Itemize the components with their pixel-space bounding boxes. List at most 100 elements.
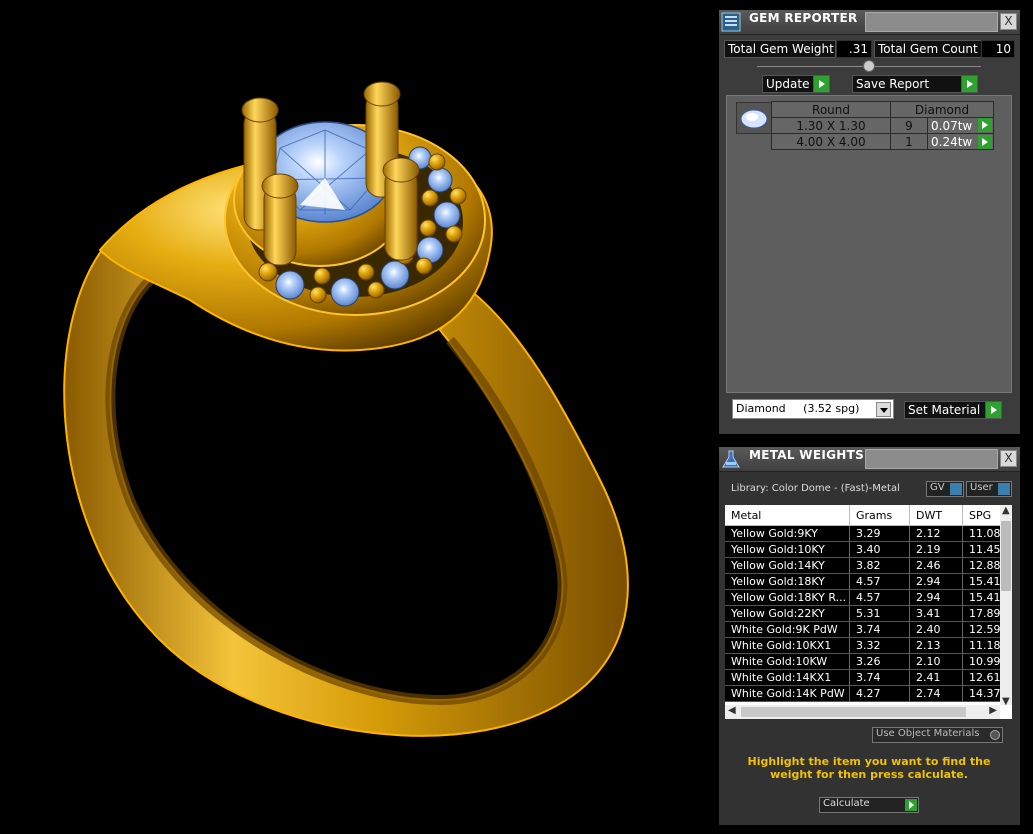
- total-gem-weight-label: Total Gem Weight: [724, 40, 836, 58]
- horizontal-scrollbar[interactable]: ◀ ▶: [725, 705, 1000, 719]
- metal-name: Yellow Gold:22KY: [725, 605, 850, 622]
- grams-value: 5.31: [849, 605, 910, 622]
- gem-reporter-close-button[interactable]: X: [1000, 13, 1017, 30]
- dwt-value: 2.13: [909, 637, 963, 654]
- dwt-value: 2.10: [909, 653, 963, 670]
- table-row[interactable]: White Gold:14KX1 3.74 2.41 12.61: [725, 669, 1004, 686]
- table-row[interactable]: Yellow Gold:18KY 4.57 2.94 15.41: [725, 573, 1004, 590]
- gem-weight-text: 0.07tw: [931, 118, 973, 133]
- gem-count: 1: [890, 133, 928, 150]
- metal-flask-icon: [722, 450, 740, 468]
- grams-value: 3.74: [849, 669, 910, 686]
- scroll-down-icon[interactable]: ▼: [1002, 696, 1010, 707]
- spg-value: 10.99: [962, 653, 1004, 670]
- chevron-down-icon[interactable]: [876, 402, 891, 417]
- grams-value: 4.27: [849, 685, 910, 702]
- titlebar-drag-area[interactable]: [865, 449, 998, 469]
- gem-reporter-titlebar[interactable]: GEM REPORTER X: [719, 10, 1020, 35]
- calculate-hint: Highlight the item you want to find the …: [747, 755, 991, 781]
- grams-value: 3.32: [849, 637, 910, 654]
- spg-value: 12.88: [962, 557, 1004, 574]
- vertical-scrollbar[interactable]: ▲ ▼: [1000, 505, 1012, 707]
- radio-icon: [990, 730, 1000, 740]
- gem-size: 4.00 X 4.00: [771, 133, 891, 150]
- col-dwt[interactable]: DWT: [909, 505, 963, 526]
- library-label: Library: Color Dome - (Fast)-Metal: [731, 483, 900, 494]
- play-icon: [961, 76, 977, 92]
- gem-row-play-button[interactable]: [978, 118, 992, 132]
- metal-table-container[interactable]: Metal Grams DWT SPG Yellow Gold:9KY 3.29 2…: [725, 505, 1012, 719]
- metal-name: Yellow Gold:18KY R...: [725, 589, 850, 606]
- user-toggle[interactable]: User: [966, 481, 1012, 497]
- metal-weights-title: METAL WEIGHTS: [749, 448, 865, 462]
- gem-row-play-button[interactable]: [978, 135, 992, 149]
- update-button[interactable]: Update: [762, 75, 830, 93]
- grams-value: 4.57: [849, 573, 910, 590]
- table-row[interactable]: Yellow Gold:22KY 5.31 3.41 17.89: [725, 605, 1004, 622]
- col-grams[interactable]: Grams: [849, 505, 910, 526]
- round-gem-icon: [740, 109, 768, 129]
- scroll-thumb[interactable]: [741, 707, 966, 717]
- update-label: Update: [766, 77, 810, 91]
- metal-table-header: Metal Grams DWT SPG: [725, 505, 1004, 526]
- scroll-left-icon[interactable]: ◀: [728, 705, 736, 716]
- metal-name: White Gold:14KX1: [725, 669, 850, 686]
- use-object-materials-toggle[interactable]: Use Object Materials: [872, 727, 1003, 743]
- use-object-materials-label: Use Object Materials: [876, 728, 980, 739]
- metal-weights-close-button[interactable]: X: [1000, 450, 1017, 467]
- metal-weights-titlebar[interactable]: METAL WEIGHTS X: [719, 447, 1020, 472]
- spg-value: 11.18: [962, 637, 1004, 654]
- table-row[interactable]: Yellow Gold:18KY R... 4.57 2.94 15.41: [725, 589, 1004, 606]
- gem-size: 1.30 X 1.30: [771, 117, 891, 134]
- gem-row[interactable]: 1.30 X 1.30 9 0.07tw: [771, 117, 994, 134]
- gem-shape-header: Round: [771, 101, 891, 118]
- titlebar-drag-area[interactable]: [865, 12, 998, 32]
- gem-row[interactable]: 4.00 X 4.00 1 0.24tw: [771, 133, 994, 150]
- gv-label: GV: [930, 482, 945, 493]
- set-material-button[interactable]: Set Material: [904, 401, 1002, 419]
- user-label: User: [970, 482, 993, 493]
- gem-type-header: Diamond: [890, 101, 994, 118]
- splitter-handle-icon[interactable]: [863, 60, 875, 72]
- gv-toggle[interactable]: GV: [926, 481, 964, 497]
- col-spg[interactable]: SPG: [962, 505, 1004, 526]
- gem-weight-text: 0.24tw: [931, 134, 973, 149]
- metal-name: White Gold:14K PdW: [725, 685, 850, 702]
- table-row[interactable]: Yellow Gold:10KY 3.40 2.19 11.45: [725, 541, 1004, 558]
- metal-name: White Gold:10KX1: [725, 637, 850, 654]
- play-icon: [813, 76, 829, 92]
- dwt-value: 2.94: [909, 589, 963, 606]
- spg-value: 14.37: [962, 685, 1004, 702]
- metal-name: White Gold:10KW: [725, 653, 850, 670]
- ring-render[interactable]: [0, 0, 718, 834]
- spg-value: 11.45: [962, 541, 1004, 558]
- material-select-value: Diamond (3.52 spg): [736, 402, 860, 415]
- table-row[interactable]: White Gold:9K PdW 3.74 2.40 12.59: [725, 621, 1004, 638]
- material-select[interactable]: Diamond (3.52 spg): [732, 399, 894, 419]
- calculate-button[interactable]: Calculate: [819, 797, 919, 813]
- gem-table-header: Round Diamond: [771, 101, 994, 118]
- gem-reporter-title: GEM REPORTER: [749, 11, 858, 25]
- 3d-viewport[interactable]: [0, 0, 718, 834]
- col-metal[interactable]: Metal: [725, 505, 850, 526]
- dwt-value: 2.12: [909, 525, 963, 542]
- scroll-right-icon[interactable]: ▶: [989, 705, 997, 716]
- scroll-thumb[interactable]: [1001, 521, 1011, 591]
- table-row[interactable]: Yellow Gold:9KY 3.29 2.12 11.08: [725, 525, 1004, 542]
- total-gem-weight-value: .31: [836, 40, 872, 58]
- table-row[interactable]: White Gold:10KW 3.26 2.10 10.99: [725, 653, 1004, 670]
- gem-list-area[interactable]: Round Diamond 1.30 X 1.30 9 0.07tw 4.00 …: [726, 95, 1012, 393]
- grams-value: 3.26: [849, 653, 910, 670]
- gem-thumbnail[interactable]: [736, 102, 772, 134]
- save-report-button[interactable]: Save Report: [852, 75, 978, 93]
- set-material-label: Set Material: [908, 403, 981, 417]
- table-row[interactable]: Yellow Gold:14KY 3.82 2.46 12.88: [725, 557, 1004, 574]
- grams-value: 3.29: [849, 525, 910, 542]
- toggle-icon: [950, 483, 962, 495]
- gem-count: 9: [890, 117, 928, 134]
- scroll-up-icon[interactable]: ▲: [1002, 505, 1010, 516]
- table-row[interactable]: White Gold:10KX1 3.32 2.13 11.18: [725, 637, 1004, 654]
- table-row[interactable]: White Gold:14K PdW 4.27 2.74 14.37: [725, 685, 1004, 702]
- grams-value: 4.57: [849, 589, 910, 606]
- toggle-icon: [998, 483, 1010, 495]
